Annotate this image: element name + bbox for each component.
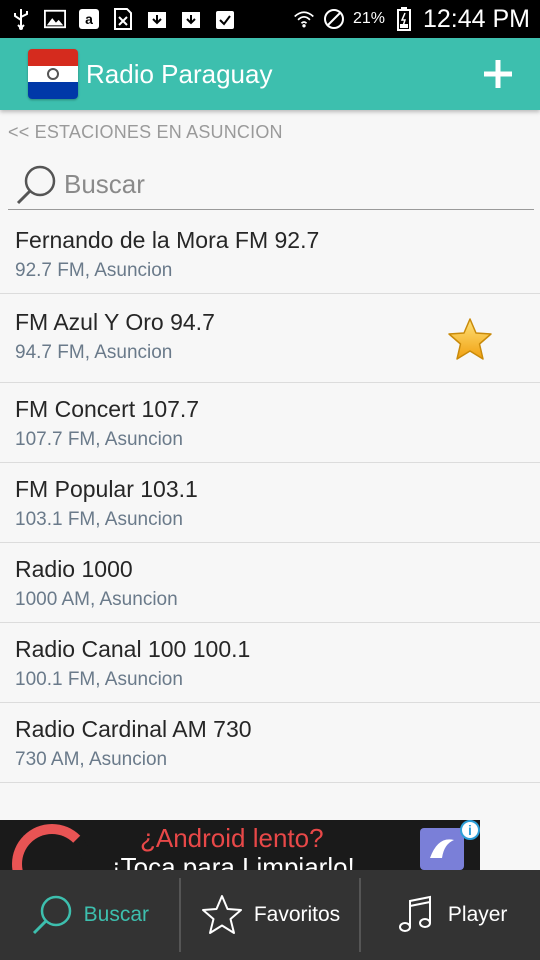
- station-row[interactable]: FM Concert 107.7 107.7 FM, Asuncion: [0, 383, 540, 463]
- station-frequency: 107.7 FM, Asuncion: [15, 429, 183, 450]
- cleaner-gauge-icon: [12, 824, 92, 870]
- station-name: FM Concert 107.7: [15, 396, 200, 422]
- usb-icon: [10, 8, 32, 30]
- tab-favoritos[interactable]: Favoritos: [181, 870, 360, 960]
- app-title: Radio Paraguay: [86, 58, 273, 89]
- clipboard-check-icon: [214, 8, 236, 30]
- ad-banner[interactable]: ¿Android lento? ¡Toca para Limpiarlo!: [0, 820, 480, 870]
- ad-info-icon[interactable]: i: [460, 820, 480, 840]
- station-row[interactable]: Fernando de la Mora FM 92.7 92.7 FM, Asu…: [0, 214, 540, 294]
- ad-subline: ¡Toca para Limpiarlo!: [112, 852, 355, 870]
- station-name: Radio Canal 100 100.1: [15, 636, 251, 662]
- station-row[interactable]: Radio Canal 100 100.1 100.1 FM, Asuncion: [0, 623, 540, 703]
- paraguay-flag-logo: [28, 49, 78, 99]
- status-bar: a 21% 12:44 PM: [0, 0, 540, 38]
- svg-text:a: a: [85, 11, 93, 27]
- add-station-button[interactable]: [476, 52, 520, 96]
- station-row[interactable]: Radio 1000 1000 AM, Asuncion: [0, 543, 540, 623]
- station-row[interactable]: FM Azul Y Oro 94.7 94.7 FM, Asuncion: [0, 294, 540, 383]
- bottom-navigation: Buscar Favoritos Player: [0, 870, 540, 960]
- station-name: FM Popular 103.1: [15, 476, 198, 502]
- search-bar: [8, 160, 534, 210]
- download-icon: [180, 8, 202, 30]
- station-row[interactable]: Radio Cardinal AM 730 730 AM, Asuncion: [0, 703, 540, 783]
- station-frequency: 1000 AM, Asuncion: [15, 589, 178, 610]
- breadcrumb-back-link[interactable]: << ESTACIONES EN ASUNCION: [8, 122, 283, 143]
- favorite-star-icon[interactable]: [446, 316, 494, 364]
- station-name: Fernando de la Mora FM 92.7: [15, 227, 320, 253]
- tab-label: Player: [447, 903, 508, 926]
- station-row[interactable]: FM Popular 103.1 103.1 FM, Asuncion: [0, 463, 540, 543]
- station-frequency: 92.7 FM, Asuncion: [15, 260, 173, 281]
- station-frequency: 103.1 FM, Asuncion: [15, 509, 183, 530]
- download-icon: [146, 8, 168, 30]
- station-name: Radio Cardinal AM 730: [15, 716, 252, 742]
- blocked-sim-icon: [112, 8, 134, 30]
- image-icon: [44, 8, 66, 30]
- station-list: Fernando de la Mora FM 92.7 92.7 FM, Asu…: [0, 214, 540, 783]
- tab-buscar[interactable]: Buscar: [0, 870, 179, 960]
- station-frequency: 100.1 FM, Asuncion: [15, 669, 183, 690]
- music-note-icon: [398, 895, 431, 932]
- clock: 12:44 PM: [422, 4, 530, 33]
- station-name: Radio 1000: [15, 556, 133, 582]
- battery-percentage: 21%: [352, 10, 385, 27]
- search-icon: [16, 165, 56, 204]
- tab-player[interactable]: Player: [361, 870, 540, 960]
- no-signal-icon: [323, 8, 345, 30]
- star-outline-icon: [201, 895, 242, 934]
- station-frequency: 730 AM, Asuncion: [15, 749, 168, 770]
- battery-icon: [393, 7, 415, 31]
- wifi-icon: [293, 8, 315, 30]
- tab-label: Favoritos: [253, 903, 341, 926]
- amazon-icon: a: [78, 8, 100, 30]
- plus-icon: [484, 60, 512, 88]
- ad-headline: ¿Android lento?: [140, 823, 324, 853]
- app-launcher-icon: [420, 828, 464, 870]
- tab-label: Buscar: [83, 903, 150, 926]
- search-input[interactable]: [64, 169, 504, 200]
- action-bar: Radio Paraguay: [0, 38, 540, 110]
- search-icon: [32, 895, 71, 935]
